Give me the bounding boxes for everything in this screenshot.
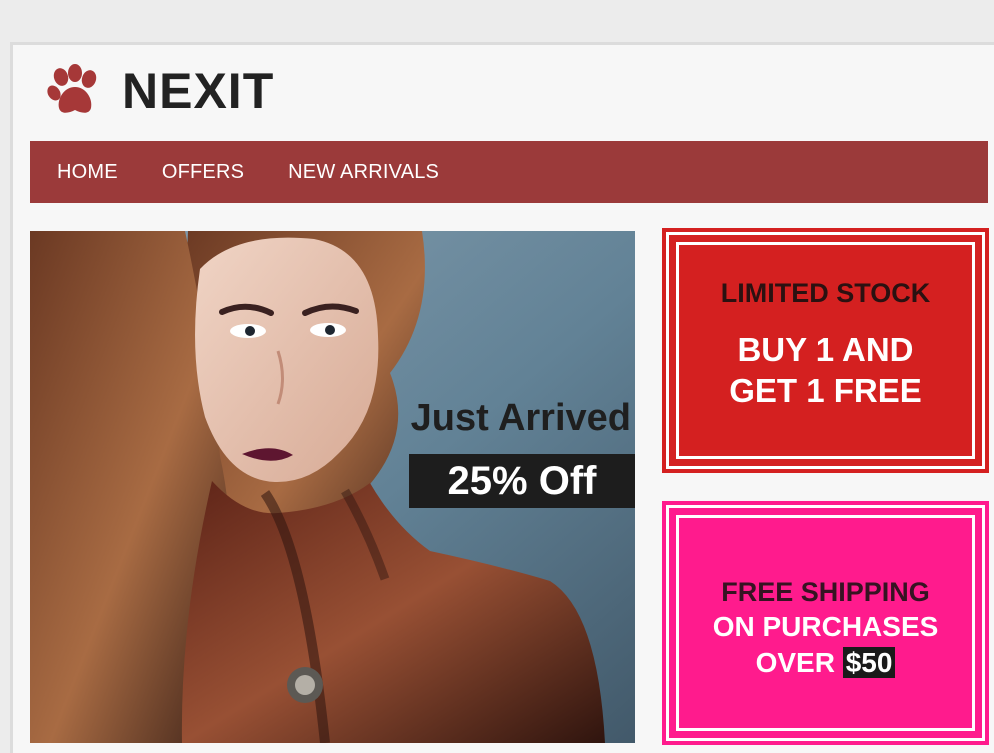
paw-icon [47, 64, 97, 113]
get-one-free-line: GET 1 FREE [729, 372, 922, 409]
hero-banner[interactable]: Just Arrived 25% Off [30, 231, 635, 743]
main-navigation: HOME OFFERS NEW ARRIVALS [30, 141, 988, 203]
free-shipping-promo[interactable]: FREE SHIPPING ON PURCHASES OVER $50 [666, 505, 985, 741]
purchase-threshold-line: ON PURCHASES [712, 610, 939, 642]
brand-name: NEXIT [122, 63, 275, 119]
free-shipping-heading: FREE SHIPPING [721, 577, 930, 608]
nav-offers[interactable]: OFFERS [162, 161, 244, 184]
hero-title: Just Arrived [410, 397, 631, 439]
hero-discount-badge: 25% Off [409, 454, 635, 508]
nav-home[interactable]: HOME [57, 161, 118, 184]
limited-stock-promo[interactable]: LIMITED STOCK BUY 1 AND GET 1 FREE [666, 232, 985, 469]
free-shipping-content: FREE SHIPPING ON PURCHASES OVER $50 [676, 515, 975, 731]
limited-stock-content: LIMITED STOCK BUY 1 AND GET 1 FREE [676, 242, 975, 459]
storefront-page: NEXIT HOME OFFERS NEW ARRIVALS Just Arri… [10, 42, 994, 753]
minimum-order-prefix: OVER [755, 647, 843, 679]
limited-stock-heading: LIMITED STOCK [720, 277, 931, 308]
minimum-order-amount: $50 [842, 647, 896, 679]
buy-one-line: BUY 1 AND [737, 330, 914, 368]
site-logo[interactable]: NEXIT [44, 63, 274, 119]
nav-new-arrivals[interactable]: NEW ARRIVALS [288, 161, 439, 184]
minimum-order-line: OVER $50 [679, 645, 972, 681]
